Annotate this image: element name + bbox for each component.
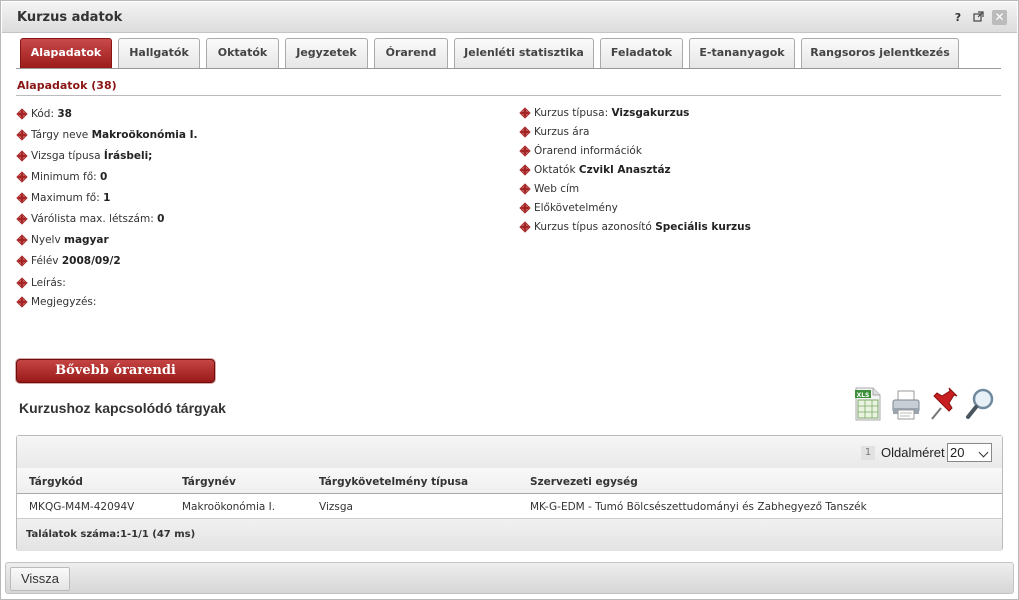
grid-header (17, 468, 1002, 494)
tab-feladatok[interactable]: Feladatok (600, 38, 683, 68)
field-targy-neve: Tárgy neve Makroökonómia I. (16, 129, 198, 143)
field-megjegyzes: Megjegyzés: (16, 296, 96, 310)
column-header-targynev[interactable]: Tárgynév (182, 476, 236, 488)
bullet-icon (16, 277, 28, 289)
field-elokovetelmeny: Előkövetelmény (519, 202, 618, 216)
field-oktatok: Oktatók Czvikl Anasztáz (519, 164, 671, 178)
bullet-icon (519, 221, 531, 233)
grid-pager-bar: 1 Oldalméret 20 (17, 436, 1002, 468)
grid-footer: Találatok száma:1-1/1 (47 ms) (17, 518, 1002, 551)
more-timetable-info-button[interactable]: Bővebb órarendi információk (16, 359, 215, 400)
field-minimum-fo: Minimum fő: 0 (16, 171, 107, 185)
bullet-icon (16, 234, 28, 246)
bullet-icon (16, 255, 28, 267)
page-size-select[interactable]: 20 (947, 443, 992, 462)
field-vizsga-tipusa: Vizsga típusa Írásbeli; (16, 150, 152, 164)
title-bar: Kurzus adatok ? ✕ (2, 2, 1017, 33)
bullet-icon (16, 171, 28, 183)
bullet-icon (519, 145, 531, 157)
bullet-icon (16, 296, 28, 308)
page-size-label: Oldalméret (881, 445, 945, 460)
pager-current-page[interactable]: 1 (861, 446, 875, 460)
tab-e-tananyagok[interactable]: E-tananyagok (689, 38, 795, 68)
bullet-icon (519, 183, 531, 195)
print-icon[interactable] (890, 386, 922, 422)
cell-szervezeti-egyseg: MK-G-EDM - Tumó Bölcsészettudományi és Z… (530, 501, 867, 513)
field-web-cim: Web cím (519, 183, 579, 197)
bottom-bar: Vissza (5, 562, 1014, 594)
bullet-icon (519, 202, 531, 214)
field-kurzus-ara: Kurzus ára (519, 126, 590, 140)
field-kurzus-tipusa: Kurzus típusa: Vizsgakurzus (519, 107, 689, 121)
cell-targykod: MKQG-M4M-42094V (29, 501, 135, 513)
field-felev: Félév 2008/09/2 (16, 255, 121, 269)
field-kod: Kód: 38 (16, 108, 72, 122)
bullet-icon (519, 107, 531, 119)
tab-oktatok[interactable]: Oktatók (206, 38, 279, 68)
tab-alapadatok[interactable]: Alapadatok (20, 38, 112, 68)
field-maximum-fo: Maximum fő: 1 (16, 192, 110, 206)
popout-icon[interactable] (971, 11, 985, 25)
column-header-targykod[interactable]: Tárgykód (29, 476, 83, 488)
field-orarend-informaciok: Órarend információk (519, 145, 642, 159)
chevron-down-icon (978, 447, 989, 458)
field-kurzus-tipus-azonosito: Kurzus típus azonosító Speciális kurzus (519, 221, 751, 235)
excel-badge: XLS (857, 392, 870, 399)
tab-rangsoros-jelentkezes[interactable]: Rangsoros jelentkezés (801, 38, 959, 68)
tab-divider (16, 68, 1001, 69)
bullet-icon (16, 150, 28, 162)
cell-targynev: Makroökonómia I. (182, 501, 276, 513)
column-header-szervezeti-egyseg[interactable]: Szervezeti egység (530, 476, 638, 488)
field-nyelv: Nyelv magyar (16, 234, 109, 248)
pin-icon[interactable] (927, 386, 959, 422)
cell-kovetelmeny-tipus: Vizsga (319, 501, 353, 513)
bullet-icon (519, 164, 531, 176)
field-leiras: Leírás: (16, 277, 66, 291)
search-icon[interactable] (964, 386, 996, 422)
column-header-kovetelmeny-tipus[interactable]: Tárgykövetelmény típusa (319, 476, 468, 488)
tab-orarend[interactable]: Órarend (374, 38, 448, 68)
section-divider (16, 95, 1001, 96)
bullet-icon (16, 129, 28, 141)
help-icon[interactable]: ? (951, 11, 965, 25)
bullet-icon (16, 108, 28, 120)
field-varolista: Várólista max. létszám: 0 (16, 213, 164, 227)
related-subjects-title: Kurzushoz kapcsolódó tárgyak (19, 400, 226, 416)
tab-jegyzetek[interactable]: Jegyzetek (285, 38, 368, 68)
close-icon[interactable]: ✕ (992, 10, 1007, 25)
excel-export-icon[interactable]: XLS (853, 386, 885, 422)
tab-hallgatok[interactable]: Hallgatók (118, 38, 200, 68)
section-title: Alapadatok (38) (17, 79, 117, 92)
course-details-window: Kurzus adatok ? ✕ Alapadatok Hallgatók O… (0, 0, 1019, 600)
tab-jelenleti-statisztika[interactable]: Jelenléti statisztika (454, 38, 594, 68)
bullet-icon (519, 126, 531, 138)
related-subjects-grid: 1 Oldalméret 20 Tárgykód Tárgynév Tárgyk… (16, 435, 1003, 551)
back-button[interactable]: Vissza (10, 567, 70, 591)
result-count: Találatok száma:1-1/1 (47 ms) (26, 529, 196, 540)
window-title: Kurzus adatok (17, 10, 123, 25)
bullet-icon (16, 213, 28, 225)
bullet-icon (16, 192, 28, 204)
